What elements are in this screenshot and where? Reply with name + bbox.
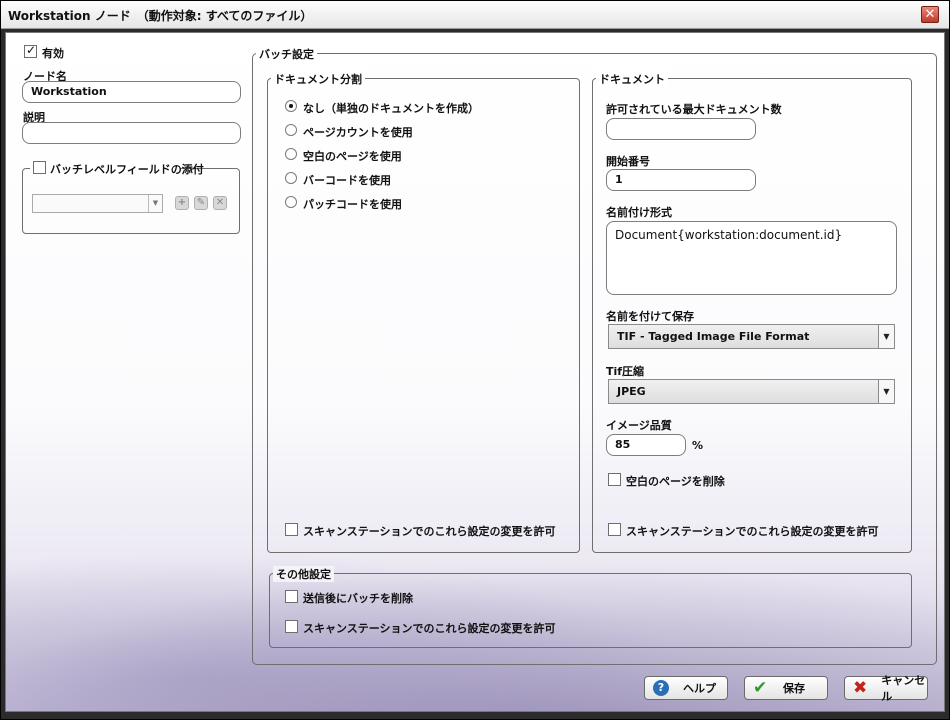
- naming-format-label: 名前付け形式: [606, 206, 672, 219]
- cancel-button-label: キャンセル: [881, 674, 926, 703]
- edit-icon[interactable]: ✎: [194, 196, 208, 210]
- dialog-window: Workstation ノード （動作対象: すべてのファイル） ✕ 有効 ノー…: [0, 0, 950, 720]
- help-button[interactable]: ? ヘルプ: [644, 676, 728, 700]
- delete-blank-label: 空白のページを削除: [626, 475, 725, 488]
- save-button-label: 保存: [783, 682, 805, 695]
- split-blank-page-label: 空白のページを使用: [303, 150, 402, 163]
- batch-fields-label: バッチレベルフィールドの添付: [50, 163, 204, 176]
- document-split-legend: ドキュメント分割: [271, 71, 365, 87]
- image-quality-input[interactable]: 85: [606, 434, 686, 456]
- split-barcode-label: バーコードを使用: [303, 174, 391, 187]
- split-page-count-radio[interactable]: [285, 124, 297, 136]
- tif-compression-label: Tif圧縮: [606, 365, 645, 378]
- batch-fields-legend: バッチレベルフィールドの添付: [30, 160, 204, 176]
- delete-after-send-label: 送信後にバッチを削除: [303, 592, 413, 605]
- save-as-label: 名前を付けて保存: [606, 310, 694, 323]
- split-blank-page-radio[interactable]: [285, 148, 297, 160]
- close-icon: ✕: [924, 7, 936, 22]
- batch-settings-legend: バッチ設定: [256, 46, 317, 62]
- other-settings-legend: その他設定: [273, 566, 334, 582]
- chevron-down-icon: ▼: [148, 195, 162, 212]
- split-page-count-label: ページカウントを使用: [303, 126, 413, 139]
- start-number-label: 開始番号: [606, 155, 650, 168]
- save-as-value: TIF - Tagged Image File Format: [617, 330, 810, 343]
- chevron-down-icon: ▼: [878, 380, 894, 403]
- tif-compression-value: JPEG: [617, 385, 646, 398]
- batch-fields-checkbox[interactable]: [33, 161, 46, 174]
- split-patchcode-label: パッチコードを使用: [303, 198, 402, 211]
- other-settings-group: [269, 573, 912, 648]
- enabled-checkbox[interactable]: [24, 43, 37, 58]
- remove-icon[interactable]: ✕: [213, 196, 227, 210]
- help-button-label: ヘルプ: [683, 682, 716, 695]
- max-docs-label: 許可されている最大ドキュメント数: [606, 103, 782, 116]
- description-input[interactable]: [22, 122, 241, 144]
- chevron-down-icon: ▼: [878, 325, 894, 348]
- split-barcode-radio[interactable]: [285, 172, 297, 184]
- split-none-label: なし（単独のドキュメントを作成）: [303, 102, 479, 115]
- start-number-input[interactable]: 1: [606, 169, 756, 191]
- split-allow-label: スキャンステーションでのこれら設定の変更を許可: [303, 525, 556, 538]
- cancel-icon: ✖: [853, 678, 868, 698]
- other-allow-checkbox[interactable]: [285, 620, 298, 633]
- naming-format-input[interactable]: Document{workstation:document.id}: [606, 221, 897, 295]
- other-allow-label: スキャンステーションでのこれら設定の変更を許可: [303, 622, 556, 635]
- save-button[interactable]: ✔ 保存: [744, 676, 828, 700]
- split-patchcode-radio[interactable]: [285, 196, 297, 208]
- help-icon: ?: [653, 680, 669, 696]
- document-legend: ドキュメント: [596, 71, 668, 87]
- title-bar: Workstation ノード （動作対象: すべてのファイル） ✕: [1, 1, 949, 29]
- tif-compression-select[interactable]: JPEG ▼: [608, 379, 895, 404]
- max-docs-input[interactable]: [606, 118, 756, 140]
- save-as-select[interactable]: TIF - Tagged Image File Format ▼: [608, 324, 895, 349]
- enabled-label: 有効: [42, 47, 64, 60]
- checkmark-icon: ✔: [753, 678, 768, 698]
- image-quality-unit: %: [692, 439, 704, 452]
- cancel-button[interactable]: ✖ キャンセル: [844, 674, 928, 703]
- delete-after-send-checkbox[interactable]: [285, 590, 298, 603]
- image-quality-label: イメージ品質: [606, 419, 672, 432]
- add-icon[interactable]: +: [175, 196, 189, 210]
- dialog-body: 有効 ノード名 Workstation 説明 バッチレベルフィールドの添付 ▼ …: [5, 32, 945, 712]
- window-title: Workstation ノード （動作対象: すべてのファイル）: [8, 9, 313, 23]
- node-name-input[interactable]: Workstation: [22, 81, 241, 103]
- close-button[interactable]: ✕: [921, 6, 939, 23]
- document-allow-checkbox[interactable]: [608, 523, 621, 536]
- split-allow-checkbox[interactable]: [285, 523, 298, 536]
- delete-blank-checkbox[interactable]: [608, 473, 621, 486]
- batch-fields-combo[interactable]: ▼: [32, 194, 163, 213]
- split-none-radio[interactable]: [285, 100, 297, 112]
- document-allow-label: スキャンステーションでのこれら設定の変更を許可: [626, 525, 879, 538]
